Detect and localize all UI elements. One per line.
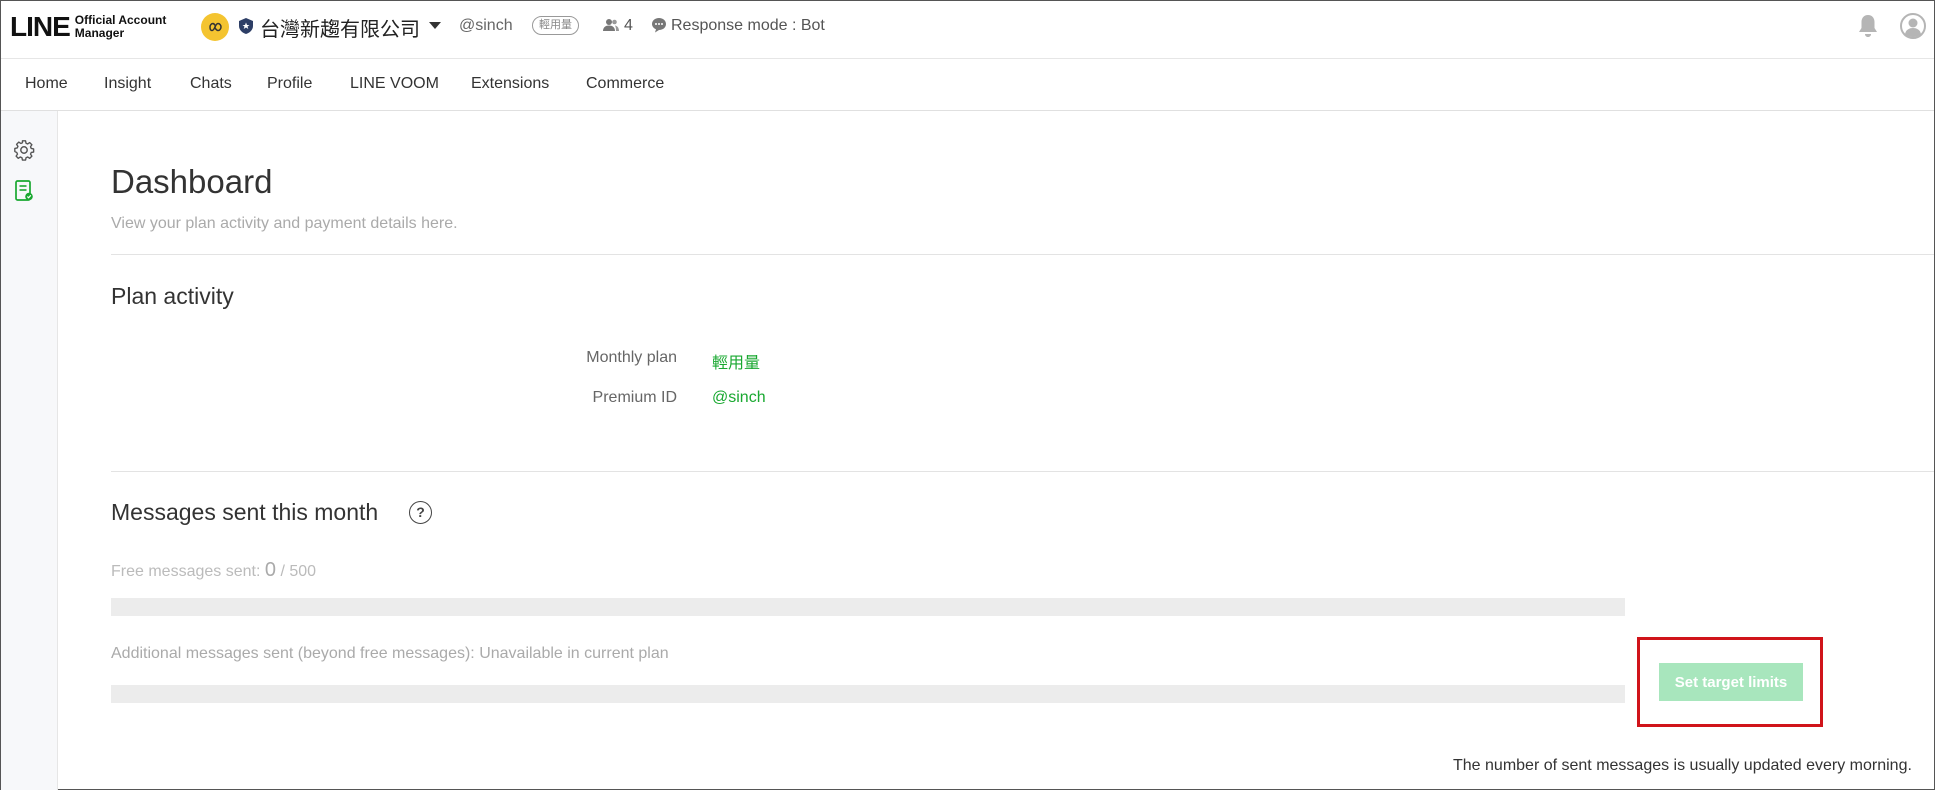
premium-id-value: @sinch xyxy=(712,389,766,406)
nav-home[interactable]: Home xyxy=(25,75,68,93)
friends-icon xyxy=(603,19,619,31)
monthly-plan-value: 輕用量 xyxy=(712,355,761,372)
infinity-icon xyxy=(209,22,222,32)
additional-messages-label: Additional messages sent (beyond free me… xyxy=(111,645,669,662)
nav-chats[interactable]: Chats xyxy=(190,75,232,93)
billing-document-icon[interactable] xyxy=(14,180,34,202)
divider xyxy=(111,254,1934,255)
nav-extensions[interactable]: Extensions xyxy=(471,75,549,93)
set-target-limits-button[interactable]: Set target limits xyxy=(1659,663,1803,701)
top-bar: LINE Official Account Manager 台灣新趨有限公司 @… xyxy=(1,1,1934,59)
free-messages-total: / 500 xyxy=(280,563,317,580)
nav-line-voom[interactable]: LINE VOOM xyxy=(350,75,439,93)
account-avatar[interactable] xyxy=(201,13,229,41)
free-messages-sent-count: 0 xyxy=(264,559,276,581)
settings-gear-icon[interactable] xyxy=(13,139,35,161)
premium-id-label: Premium ID xyxy=(592,389,677,406)
page-title: Dashboard xyxy=(111,163,273,200)
chat-bubble-icon xyxy=(652,18,666,33)
nav-profile[interactable]: Profile xyxy=(267,75,312,93)
response-mode[interactable]: Response mode : Bot xyxy=(671,17,825,35)
friends-count[interactable]: 4 xyxy=(624,17,633,35)
additional-messages-progress-bar xyxy=(111,685,1625,703)
line-oa-logo[interactable]: LINE Official Account Manager xyxy=(10,11,166,43)
logo-subtitle: Official Account Manager xyxy=(74,13,167,40)
account-id: @sinch xyxy=(459,17,513,34)
free-messages-label: Free messages sent: 0 / 500 xyxy=(111,559,317,581)
account-name[interactable]: 台灣新趨有限公司 xyxy=(260,13,420,42)
free-messages-progress-bar xyxy=(111,598,1625,616)
notification-bell-icon[interactable] xyxy=(1857,14,1879,38)
help-icon[interactable]: ? xyxy=(409,501,432,524)
messages-sent-title: Messages sent this month xyxy=(111,499,379,525)
page-subtitle: View your plan activity and payment deta… xyxy=(111,215,458,232)
main-nav: Home Insight Chats Profile LINE VOOM Ext… xyxy=(1,59,1934,111)
nav-commerce[interactable]: Commerce xyxy=(586,75,664,93)
plan-activity-title: Plan activity xyxy=(111,283,234,309)
logo-text: LINE xyxy=(10,11,71,42)
verified-shield-icon xyxy=(239,18,253,34)
monthly-plan-label: Monthly plan xyxy=(586,349,677,366)
account-switch-chevron-down-icon[interactable] xyxy=(429,22,441,29)
left-rail xyxy=(1,111,58,790)
divider xyxy=(111,471,1934,472)
update-footnote: The number of sent messages is usually u… xyxy=(1453,757,1912,774)
user-avatar-icon[interactable] xyxy=(1900,13,1926,39)
plan-badge: 輕用量 xyxy=(532,16,579,35)
nav-insight[interactable]: Insight xyxy=(104,75,151,93)
